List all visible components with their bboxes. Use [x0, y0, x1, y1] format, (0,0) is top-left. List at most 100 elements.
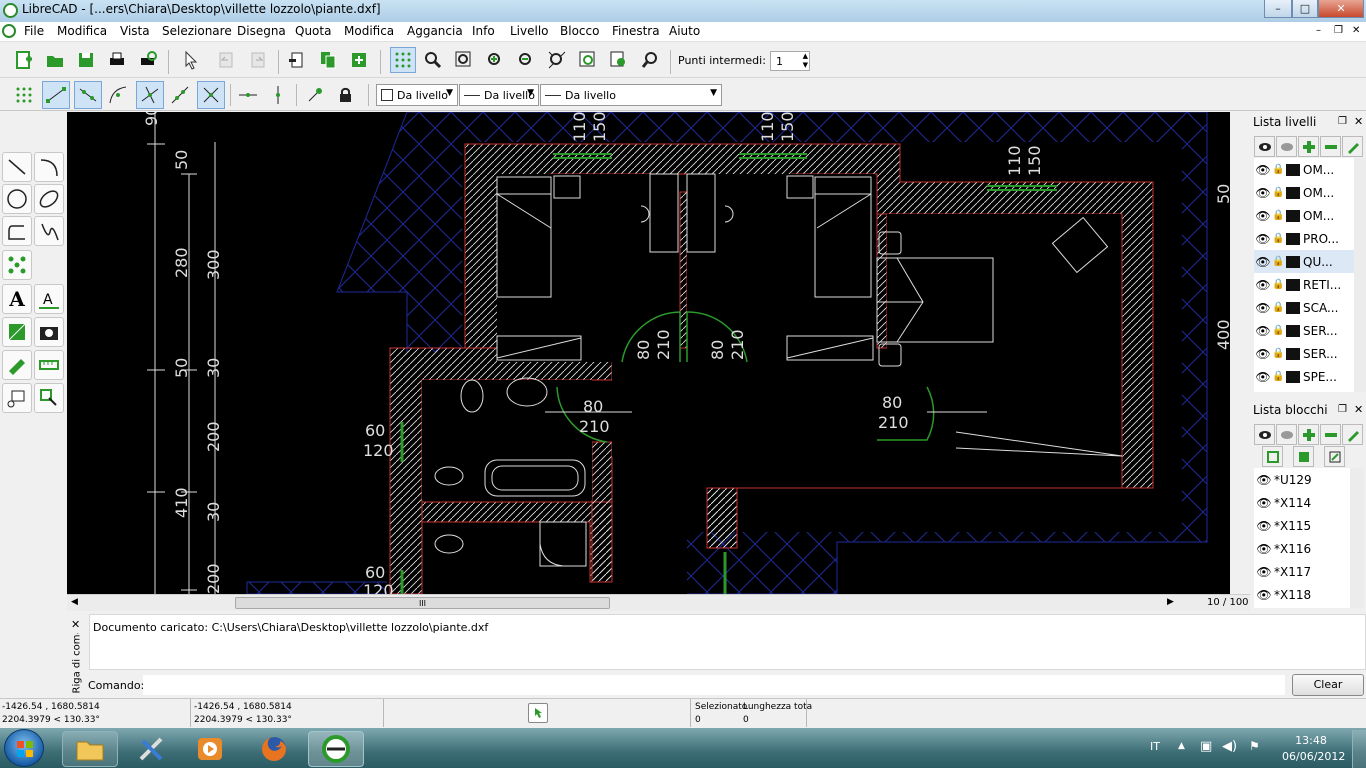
- eye-icon[interactable]: 👁: [1254, 496, 1274, 510]
- dimension-tool-icon[interactable]: A: [34, 284, 64, 314]
- add-block-icon[interactable]: [1298, 424, 1319, 445]
- menu-file[interactable]: File: [24, 24, 44, 38]
- point-tool-icon[interactable]: [2, 250, 32, 280]
- eye-icon[interactable]: 👁: [1254, 186, 1272, 200]
- copy-icon[interactable]: [316, 48, 340, 72]
- block-row[interactable]: 👁 *X117: [1254, 560, 1350, 583]
- block-list-scrollbar[interactable]: [1350, 468, 1364, 608]
- lock-icon[interactable]: 🔒: [1272, 187, 1286, 198]
- print-preview-icon[interactable]: [136, 48, 160, 72]
- zoom-window-icon[interactable]: [452, 48, 476, 72]
- lock-icon[interactable]: 🔒: [1272, 348, 1286, 359]
- snap-endpoint-icon[interactable]: [42, 81, 70, 109]
- block-row[interactable]: 👁 *X115: [1254, 514, 1350, 537]
- modify-tool-icon[interactable]: [2, 350, 32, 380]
- polyline-tool-icon[interactable]: [2, 216, 32, 246]
- redo-icon[interactable]: [246, 48, 270, 72]
- spin-arrows-icon[interactable]: ▲ ▼: [803, 52, 808, 70]
- snap-intersection-icon[interactable]: [197, 81, 225, 109]
- eye-icon[interactable]: 👁: [1254, 370, 1272, 384]
- create-block-icon[interactable]: [1262, 446, 1283, 467]
- language-indicator[interactable]: IT: [1150, 740, 1160, 753]
- zoom-out-icon[interactable]: [514, 48, 538, 72]
- show-all-blocks-icon[interactable]: [1254, 424, 1275, 445]
- image-tool-icon[interactable]: [34, 317, 64, 347]
- menu-livello[interactable]: Livello: [510, 24, 549, 38]
- insert-block-icon[interactable]: [1324, 446, 1345, 467]
- doc-minimize-button[interactable]: –: [1316, 25, 1321, 36]
- spline-tool-icon[interactable]: [34, 216, 64, 246]
- lock-icon[interactable]: 🔒: [1272, 233, 1286, 244]
- undock-icon[interactable]: ❐: [1338, 112, 1347, 132]
- pen-color-select[interactable]: Da livello ▼: [376, 84, 458, 106]
- clear-button[interactable]: Clear: [1292, 674, 1364, 696]
- minimize-button[interactable]: –: [1264, 0, 1292, 18]
- eye-icon[interactable]: 👁: [1254, 565, 1274, 579]
- lock-icon[interactable]: 🔒: [1272, 256, 1286, 267]
- close-icon[interactable]: ✕: [1354, 112, 1363, 132]
- grid-toggle-icon[interactable]: [390, 47, 416, 73]
- close-button[interactable]: ✕: [1318, 0, 1364, 18]
- menu-aiuto[interactable]: Aiuto: [669, 24, 700, 38]
- measure-tool-icon[interactable]: [34, 350, 64, 380]
- restrict-horizontal-icon[interactable]: [236, 83, 260, 107]
- eye-icon[interactable]: 👁: [1254, 347, 1272, 361]
- pen-width-select[interactable]: Da livello ▼: [540, 84, 722, 106]
- volume-icon[interactable]: ◀): [1222, 739, 1237, 754]
- eye-icon[interactable]: 👁: [1254, 255, 1272, 269]
- layer-row[interactable]: 👁 🔒 RETI...: [1254, 273, 1354, 296]
- restrict-vertical-icon[interactable]: [266, 83, 290, 107]
- select-pointer-icon[interactable]: [178, 48, 202, 72]
- new-file-icon[interactable]: [12, 48, 36, 72]
- printer-icon[interactable]: [1286, 347, 1300, 360]
- lock-icon[interactable]: 🔒: [1272, 325, 1286, 336]
- menu-modifica[interactable]: Modifica: [57, 24, 107, 38]
- taskbar-mediaplayer-button[interactable]: [182, 731, 238, 767]
- menu-finestra[interactable]: Finestra: [612, 24, 660, 38]
- start-button[interactable]: [4, 729, 44, 767]
- zoom-previous-icon[interactable]: [576, 48, 600, 72]
- mouse-action-icon[interactable]: [528, 703, 548, 723]
- taskbar-explorer-button[interactable]: [62, 731, 118, 767]
- relative-zero-icon[interactable]: [303, 83, 327, 107]
- paste-icon[interactable]: [347, 48, 371, 72]
- menu-modifica-2[interactable]: Modifica: [344, 24, 394, 38]
- layer-row[interactable]: 👁 🔒 SER...: [1254, 342, 1354, 365]
- layer-row[interactable]: 👁 🔒 SCA...: [1254, 296, 1354, 319]
- circle-tool-icon[interactable]: [2, 184, 32, 214]
- snap-middle-icon[interactable]: [136, 81, 164, 109]
- eye-icon[interactable]: 👁: [1254, 519, 1274, 533]
- add-layer-icon[interactable]: [1298, 136, 1319, 157]
- lock-icon[interactable]: 🔒: [1272, 164, 1286, 175]
- menu-vista[interactable]: Vista: [120, 24, 150, 38]
- text-tool-icon[interactable]: A: [2, 284, 32, 314]
- eye-icon[interactable]: 👁: [1254, 301, 1272, 315]
- block-row[interactable]: 👁 *X116: [1254, 537, 1350, 560]
- layer-row[interactable]: 👁 🔒 OM...: [1254, 181, 1354, 204]
- printer-icon[interactable]: [1286, 324, 1300, 337]
- zoom-selection-icon[interactable]: [638, 48, 662, 72]
- lock-icon[interactable]: 🔒: [1272, 210, 1286, 221]
- lock-icon[interactable]: 🔒: [1272, 371, 1286, 382]
- save-icon[interactable]: [74, 48, 98, 72]
- close-icon[interactable]: ✕: [71, 618, 80, 631]
- flag-icon[interactable]: ⚑: [1249, 739, 1260, 753]
- pen-linetype-select[interactable]: Da livello ▼: [459, 84, 539, 106]
- layer-row[interactable]: 👁 🔒 OM...: [1254, 158, 1354, 181]
- block-row[interactable]: 👁 *U129: [1254, 468, 1350, 491]
- printer-icon[interactable]: [1286, 209, 1300, 222]
- eye-icon[interactable]: 👁: [1254, 473, 1274, 487]
- snap-on-entity-icon[interactable]: [74, 81, 102, 109]
- lock-icon[interactable]: 🔒: [1272, 279, 1286, 290]
- menu-blocco[interactable]: Blocco: [560, 24, 599, 38]
- undock-icon[interactable]: ❐: [1338, 400, 1347, 420]
- maximize-button[interactable]: □: [1292, 0, 1318, 18]
- printer-icon[interactable]: [1286, 163, 1300, 176]
- zoom-in-icon[interactable]: [483, 48, 507, 72]
- layer-row-selected[interactable]: 👁 🔒 QU...: [1254, 250, 1354, 273]
- block-row[interactable]: 👁 *X114: [1254, 491, 1350, 514]
- printer-icon[interactable]: [1286, 370, 1300, 383]
- network-icon[interactable]: ▣: [1200, 739, 1212, 754]
- remove-layer-icon[interactable]: [1320, 136, 1341, 157]
- show-hidden-icons-icon[interactable]: ▲: [1178, 741, 1185, 751]
